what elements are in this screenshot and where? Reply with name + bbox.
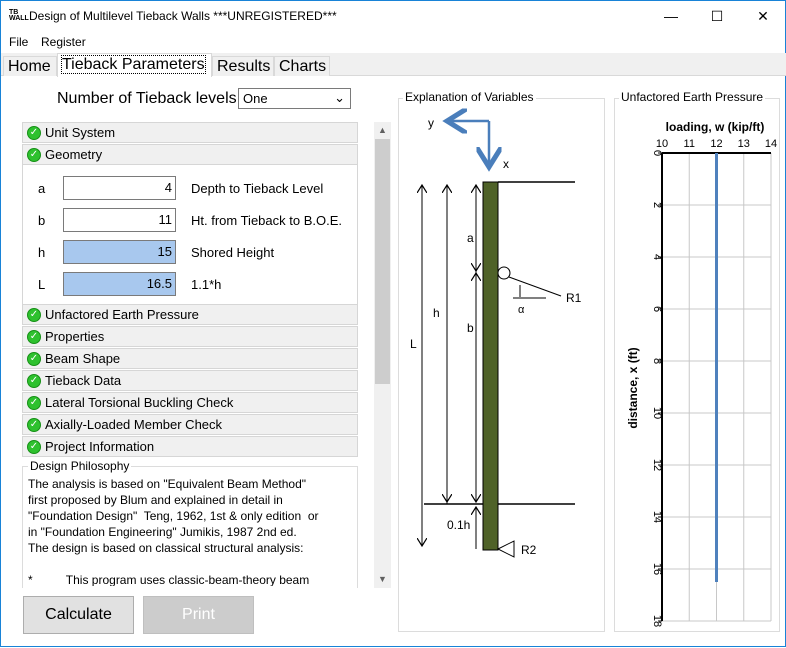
x-tick-label: 13 <box>738 138 750 150</box>
app-window: TB WALL Design of Multilevel Tieback Wall… <box>0 0 786 647</box>
x-tick-label: 11 <box>684 138 695 150</box>
earth-pressure-chart: loading, w (kip/ft) distance, x (ft) 10 1… <box>626 120 777 627</box>
x-tick-label: 12 <box>710 138 722 150</box>
x-tick-label: 10 <box>656 138 668 150</box>
x-tick-label: 14 <box>765 138 777 150</box>
chart-xlabel: loading, w (kip/ft) <box>666 120 765 134</box>
chart-ylabel: distance, x (ft) <box>626 347 640 428</box>
